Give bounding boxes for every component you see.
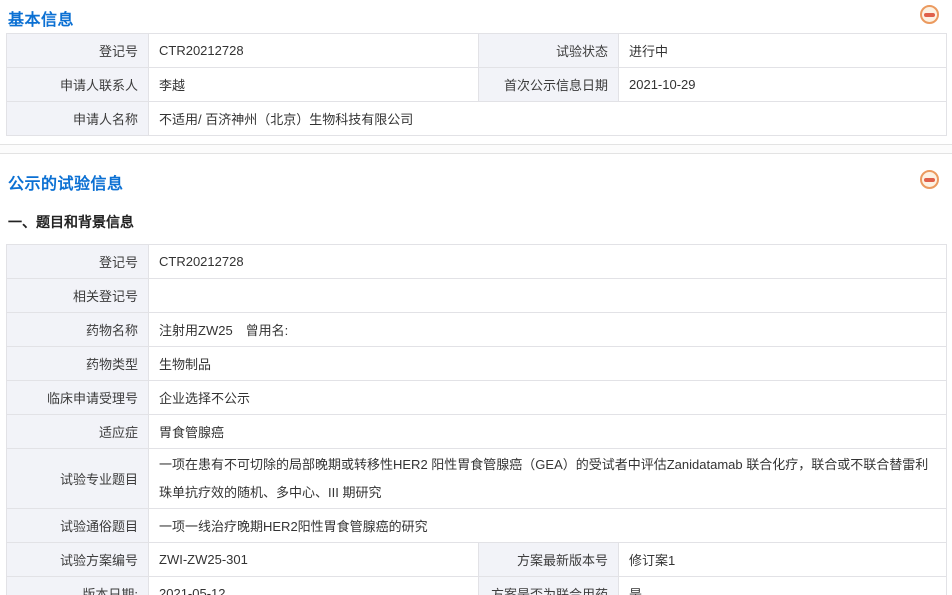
field-value: 一项一线治疗晚期HER2阳性胃食管腺癌的研究 — [149, 509, 947, 543]
collapse-minus-icon[interactable] — [920, 170, 939, 189]
table-row: 申请人名称不适用/ 百济神州（北京）生物科技有限公司 — [7, 102, 947, 136]
field-value: CTR20212728 — [149, 245, 947, 279]
subsection-title-background-info: 一、题目和背景信息 — [8, 212, 952, 232]
table-row: 登记号CTR20212728试验状态进行中 — [7, 34, 947, 68]
field-value: 是 — [619, 577, 947, 595]
field-label: 登记号 — [7, 34, 149, 68]
field-label: 申请人联系人 — [7, 68, 149, 102]
basic-info-section: 基本信息 登记号CTR20212728试验状态进行中申请人联系人李越首次公示信息… — [0, 0, 952, 136]
field-value: 一项在患有不可切除的局部晚期或转移性HER2 阳性胃食管腺癌（GEA）的受试者中… — [149, 449, 947, 509]
basic-info-header: 基本信息 — [0, 0, 952, 33]
collapse-minus-icon[interactable] — [920, 5, 939, 24]
basic-info-title: 基本信息 — [8, 6, 74, 30]
field-value: 胃食管腺癌 — [149, 415, 947, 449]
field-label: 药物类型 — [7, 347, 149, 381]
field-value: 进行中 — [619, 34, 947, 68]
field-label: 试验方案编号 — [7, 543, 149, 577]
public-trial-info-header: 公示的试验信息 — [0, 154, 952, 203]
table-row: 申请人联系人李越首次公示信息日期2021-10-29 — [7, 68, 947, 102]
public-trial-info-title: 公示的试验信息 — [8, 170, 124, 194]
field-label: 登记号 — [7, 245, 149, 279]
basic-info-table: 登记号CTR20212728试验状态进行中申请人联系人李越首次公示信息日期202… — [6, 33, 947, 136]
title-background-table: 登记号CTR20212728相关登记号药物名称注射用ZW25 曾用名:药物类型生… — [6, 244, 947, 595]
field-label: 首次公示信息日期 — [479, 68, 619, 102]
section-divider — [0, 144, 952, 154]
field-label: 试验通俗题目 — [7, 509, 149, 543]
field-label: 药物名称 — [7, 313, 149, 347]
field-label: 试验状态 — [479, 34, 619, 68]
table-row: 试验方案编号ZWI-ZW25-301方案最新版本号修订案1 — [7, 543, 947, 577]
field-value: 修订案1 — [619, 543, 947, 577]
table-row: 适应症胃食管腺癌 — [7, 415, 947, 449]
table-row: 药物名称注射用ZW25 曾用名: — [7, 313, 947, 347]
field-label: 方案是否为联合用药 — [479, 577, 619, 595]
table-row: 药物类型生物制品 — [7, 347, 947, 381]
field-label: 相关登记号 — [7, 279, 149, 313]
table-row: 临床申请受理号企业选择不公示 — [7, 381, 947, 415]
field-value: 生物制品 — [149, 347, 947, 381]
field-value: 企业选择不公示 — [149, 381, 947, 415]
field-value: 2021-05-12 — [149, 577, 479, 595]
table-row: 登记号CTR20212728 — [7, 245, 947, 279]
field-label: 版本日期: — [7, 577, 149, 595]
field-value: 注射用ZW25 曾用名: — [149, 313, 947, 347]
field-value: 不适用/ 百济神州（北京）生物科技有限公司 — [149, 102, 947, 136]
field-label: 申请人名称 — [7, 102, 149, 136]
field-value: CTR20212728 — [149, 34, 479, 68]
table-row: 试验专业题目一项在患有不可切除的局部晚期或转移性HER2 阳性胃食管腺癌（GEA… — [7, 449, 947, 509]
public-trial-info-section: 公示的试验信息 一、题目和背景信息 登记号CTR20212728相关登记号药物名… — [0, 154, 952, 595]
field-value — [149, 279, 947, 313]
table-row: 版本日期:2021-05-12方案是否为联合用药是 — [7, 577, 947, 595]
table-row: 相关登记号 — [7, 279, 947, 313]
field-label: 适应症 — [7, 415, 149, 449]
field-label: 临床申请受理号 — [7, 381, 149, 415]
field-label: 方案最新版本号 — [479, 543, 619, 577]
table-row: 试验通俗题目一项一线治疗晚期HER2阳性胃食管腺癌的研究 — [7, 509, 947, 543]
clinical-trial-detail-page: { "colors": { "accent_blue": "#0b70d3", … — [0, 0, 952, 595]
field-value: 李越 — [149, 68, 479, 102]
field-label: 试验专业题目 — [7, 449, 149, 509]
field-value: ZWI-ZW25-301 — [149, 543, 479, 577]
field-value: 2021-10-29 — [619, 68, 947, 102]
